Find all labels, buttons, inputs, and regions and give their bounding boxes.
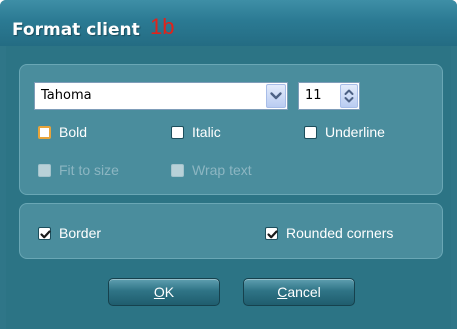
bold-label: Bold bbox=[59, 124, 88, 140]
bold-checkbox[interactable]: Bold bbox=[38, 124, 87, 140]
border-checkbox[interactable]: Border bbox=[38, 225, 101, 241]
title-badge: 1b bbox=[150, 14, 175, 39]
cancel-mnemonic: C bbox=[277, 284, 288, 300]
font-family-select[interactable]: Tahoma bbox=[34, 82, 288, 110]
cancel-label-rest: ancel bbox=[287, 284, 321, 300]
fit-to-size-checkbox-box bbox=[38, 163, 51, 177]
rounded-corners-checkbox[interactable]: Rounded corners bbox=[265, 225, 393, 241]
italic-label: Italic bbox=[192, 124, 221, 140]
font-family-value: Tahoma bbox=[41, 88, 92, 103]
fit-to-size-label: Fit to size bbox=[59, 162, 119, 178]
checkmark-icon bbox=[40, 229, 51, 238]
dialog-title: Format client bbox=[12, 20, 140, 40]
underline-checkbox[interactable]: Underline bbox=[304, 124, 385, 140]
cancel-button[interactable]: Cancel bbox=[243, 278, 355, 306]
up-down-arrows-icon bbox=[344, 89, 354, 103]
font-size-spinner[interactable]: 11 bbox=[298, 82, 360, 110]
underline-label: Underline bbox=[325, 124, 385, 140]
font-family-dropdown-button[interactable] bbox=[266, 84, 286, 108]
italic-checkbox-box[interactable] bbox=[171, 125, 184, 139]
ok-mnemonic: O bbox=[153, 284, 165, 300]
ok-button[interactable]: OK bbox=[108, 278, 220, 306]
italic-checkbox[interactable]: Italic bbox=[171, 124, 221, 140]
rounded-corners-label: Rounded corners bbox=[286, 225, 394, 241]
border-checkbox-box[interactable] bbox=[38, 226, 51, 240]
border-label: Border bbox=[59, 225, 102, 241]
ok-label-rest: K bbox=[164, 284, 175, 300]
rounded-corners-checkbox-box[interactable] bbox=[265, 226, 278, 240]
font-size-value: 11 bbox=[305, 88, 322, 103]
wrap-text-checkbox: Wrap text bbox=[171, 162, 252, 178]
wrap-text-checkbox-box bbox=[171, 163, 184, 177]
checkmark-icon bbox=[267, 229, 278, 238]
bold-checkbox-box[interactable] bbox=[38, 125, 51, 139]
wrap-text-label: Wrap text bbox=[192, 162, 252, 178]
underline-checkbox-box[interactable] bbox=[304, 125, 317, 139]
font-size-spin-buttons[interactable] bbox=[340, 84, 358, 108]
title-bar: Format client 1b bbox=[0, 0, 457, 46]
chevron-down-icon bbox=[270, 92, 282, 100]
fit-to-size-checkbox: Fit to size bbox=[38, 162, 119, 178]
